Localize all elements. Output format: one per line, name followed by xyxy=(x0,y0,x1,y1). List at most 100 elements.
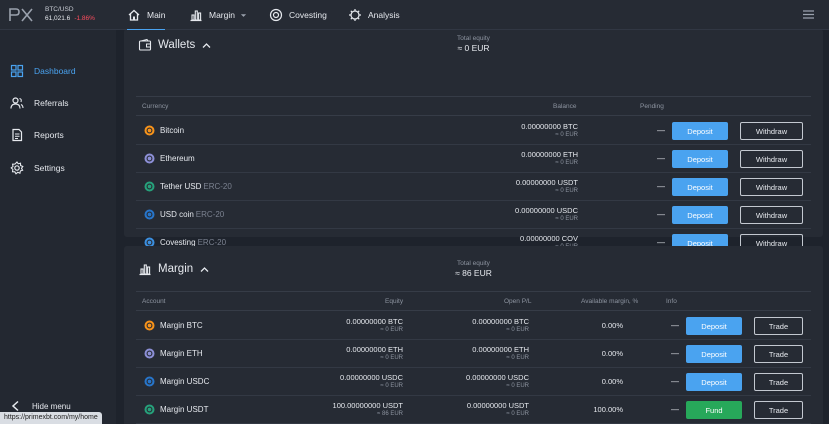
dashboard-icon xyxy=(10,64,24,78)
available-margin-value: 0.00% xyxy=(601,349,623,358)
withdraw-button[interactable]: Withdraw xyxy=(740,206,803,224)
total-equity-value: ≈ 0 EUR xyxy=(457,43,490,53)
wallet-row: Tether USD ERC-20 0.00000000 USDT ≈ 0 EUR — D… xyxy=(136,173,811,201)
deposit-button[interactable]: Deposit xyxy=(686,317,742,335)
sidebar-item-referrals[interactable]: Referrals xyxy=(10,95,68,111)
sidebar-item-label: Settings xyxy=(34,163,65,173)
hamburger-menu-icon[interactable] xyxy=(803,10,814,19)
sidebar-item-dashboard[interactable]: Dashboard xyxy=(10,63,76,79)
main-content: Wallets Total equity ≈ 0 EUR Currency Ba… xyxy=(116,30,829,424)
btc-ticker[interactable]: BTC/USD 61,021.6 -1.86% xyxy=(45,5,95,23)
wallet-row: Bitcoin 0.00000000 BTC ≈ 0 EUR — Deposit With… xyxy=(136,117,811,145)
top-bar: BTC/USD 61,021.6 -1.86% Main Margin Coves… xyxy=(0,0,829,31)
trade-button[interactable]: Trade xyxy=(754,345,803,363)
margin-total-equity: Total equity ≈ 86 EUR xyxy=(124,260,823,278)
account-name: Margin ETH xyxy=(160,349,203,358)
pending-value: — xyxy=(657,126,665,135)
currency-name: USD coin ERC-20 xyxy=(160,210,225,219)
wallets-card: Wallets Total equity ≈ 0 EUR Currency Ba… xyxy=(124,30,823,257)
col-pending: Pending xyxy=(640,103,664,110)
coin-icon xyxy=(144,404,155,415)
gear-icon xyxy=(10,161,24,175)
margin-card: Margin Total equity ≈ 86 EUR Account Equ… xyxy=(124,246,823,424)
col-open-pl: Open P/L xyxy=(504,298,532,305)
account-name: Margin BTC xyxy=(160,321,203,330)
trade-button[interactable]: Trade xyxy=(754,373,803,391)
coin-icon xyxy=(144,209,155,220)
withdraw-button[interactable]: Withdraw xyxy=(740,122,803,140)
hide-menu-button[interactable]: Hide menu xyxy=(10,400,71,412)
coin-icon xyxy=(144,125,155,136)
ticker-change: -1.86% xyxy=(74,15,95,22)
col-balance: Balance xyxy=(553,103,577,110)
coin-icon xyxy=(144,320,155,331)
sidebar-item-label: Reports xyxy=(34,130,64,140)
col-account: Account xyxy=(142,298,166,305)
total-equity-label: Total equity xyxy=(457,35,490,42)
nav-covesting-label: Covesting xyxy=(289,10,327,20)
sidebar-item-label: Dashboard xyxy=(34,66,76,76)
currency-name: Ethereum xyxy=(160,154,195,163)
nav-main-label: Main xyxy=(147,10,166,20)
wallet-row: USD coin ERC-20 0.00000000 USDC ≈ 0 EUR — Dep… xyxy=(136,201,811,229)
sidebar-item-settings[interactable]: Settings xyxy=(10,160,65,176)
wallets-total-equity: Total equity ≈ 0 EUR xyxy=(124,35,823,53)
equity-value: 0.00000000 USDC ≈ 0 EUR xyxy=(340,373,403,389)
margin-row: Margin ETH 0.00000000 ETH ≈ 0 EUR 0.0000000… xyxy=(136,340,811,368)
account-name: Margin USDT xyxy=(160,405,209,414)
nav-margin-label: Margin xyxy=(209,10,235,20)
col-available-margin: Available margin, % xyxy=(581,298,639,305)
nav-main[interactable]: Main xyxy=(127,0,166,31)
margin-row: Margin USDC 0.00000000 USDC ≈ 0 EUR 0.00000… xyxy=(136,368,811,396)
nav-analysis[interactable]: Analysis xyxy=(348,0,400,30)
sidebar-item-label: Referrals xyxy=(34,98,69,108)
trade-button[interactable]: Trade xyxy=(754,401,803,419)
primexbt-logo-icon[interactable] xyxy=(8,7,34,23)
withdraw-button[interactable]: Withdraw xyxy=(740,150,803,168)
balance-value: 0.00000000 ETH ≈ 0 EUR xyxy=(521,150,578,166)
covesting-icon xyxy=(269,8,283,22)
coin-icon xyxy=(144,153,155,164)
deposit-button[interactable]: Deposit xyxy=(686,345,742,363)
currency-name: Tether USD ERC-20 xyxy=(160,182,232,191)
info-value: — xyxy=(671,405,679,414)
col-equity: Equity xyxy=(385,298,404,305)
fund-button[interactable]: Fund xyxy=(686,401,742,419)
coin-icon xyxy=(144,348,155,359)
equity-value: 100.00000000 USDT ≈ 86 EUR xyxy=(332,401,403,417)
equity-value: 0.00000000 BTC ≈ 0 EUR xyxy=(346,317,403,333)
nav-covesting[interactable]: Covesting xyxy=(269,0,327,30)
open-pl-value: 0.00000000 ETH ≈ 0 EUR xyxy=(472,345,529,361)
margin-table-header: Account Equity Open P/L Available margin… xyxy=(136,291,811,311)
hide-menu-label: Hide menu xyxy=(32,401,71,411)
users-icon xyxy=(10,96,24,110)
analysis-icon xyxy=(348,8,362,22)
deposit-button[interactable]: Deposit xyxy=(672,206,728,224)
nav-margin[interactable]: Margin xyxy=(189,0,247,30)
info-value: — xyxy=(671,321,679,330)
open-pl-value: 0.00000000 BTC ≈ 0 EUR xyxy=(472,317,529,333)
info-value: — xyxy=(671,349,679,358)
ticker-price: 61,021.6 xyxy=(45,15,71,22)
ticker-pair: BTC/USD xyxy=(45,6,74,13)
col-info: Info xyxy=(666,298,677,305)
deposit-button[interactable]: Deposit xyxy=(672,178,728,196)
coin-icon xyxy=(144,181,155,192)
available-margin-value: 0.00% xyxy=(601,321,623,330)
open-pl-value: 0.00000000 USDT ≈ 0 EUR xyxy=(466,401,529,417)
withdraw-button[interactable]: Withdraw xyxy=(740,178,803,196)
currency-name: Bitcoin xyxy=(160,126,185,135)
home-icon xyxy=(127,8,141,22)
deposit-button[interactable]: Deposit xyxy=(672,122,728,140)
sidebar: Dashboard Referrals Reports Settings xyxy=(0,30,116,424)
balance-value: 0.00000000 USDC ≈ 0 EUR xyxy=(515,206,578,222)
deposit-button[interactable]: Deposit xyxy=(672,150,728,168)
pending-value: — xyxy=(657,154,665,163)
sidebar-item-reports[interactable]: Reports xyxy=(10,127,64,143)
margin-row: Margin USDT 100.00000000 USDT ≈ 86 EUR 0.00… xyxy=(136,396,811,424)
balance-value: 0.00000000 BTC ≈ 0 EUR xyxy=(521,122,578,138)
account-name: Margin USDC xyxy=(160,377,210,386)
balance-value: 0.00000000 USDT ≈ 0 EUR xyxy=(515,178,578,194)
deposit-button[interactable]: Deposit xyxy=(686,373,742,391)
trade-button[interactable]: Trade xyxy=(754,317,803,335)
